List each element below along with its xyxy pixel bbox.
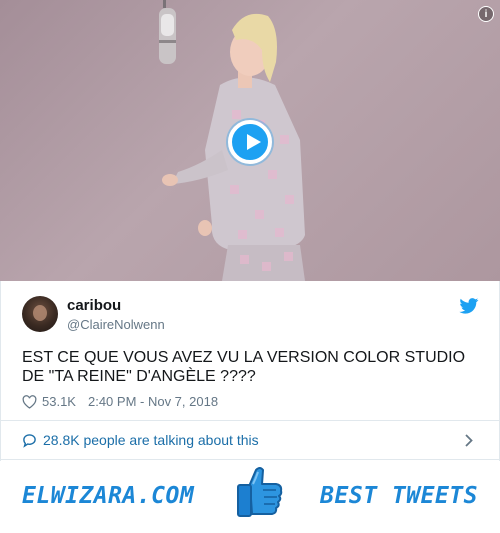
display-name[interactable]: caribou	[67, 297, 121, 314]
like-count[interactable]: 53.1K	[42, 394, 76, 409]
conversation-link[interactable]: 28.8K people are talking about this	[0, 420, 500, 460]
twitter-bird-icon[interactable]	[459, 298, 479, 314]
chevron-right-icon	[465, 434, 473, 447]
info-icon[interactable]: i	[478, 6, 494, 22]
avatar[interactable]	[22, 296, 58, 332]
heart-icon[interactable]	[22, 394, 37, 409]
site-name: ELWIZARA.COM	[22, 483, 195, 509]
comment-icon	[23, 433, 36, 448]
tweet-video[interactable]: i	[0, 0, 500, 281]
tweet-text: EST CE QUE VOUS AVEZ VU LA VERSION COLOR…	[22, 349, 466, 385]
tweet-timestamp[interactable]: 2:40 PM - Nov 7, 2018	[88, 394, 218, 409]
user-handle[interactable]: @ClaireNolwenn	[67, 317, 165, 332]
conversation-label: 28.8K people are talking about this	[43, 432, 259, 448]
play-button[interactable]	[228, 120, 272, 164]
tweet-meta: 53.1K 2:40 PM - Nov 7, 2018	[22, 394, 218, 409]
footer-banner: ELWIZARA.COM BEST TWEETS	[0, 461, 500, 533]
thumbs-up-icon	[237, 467, 283, 517]
banner-tagline: BEST TWEETS	[320, 483, 478, 509]
